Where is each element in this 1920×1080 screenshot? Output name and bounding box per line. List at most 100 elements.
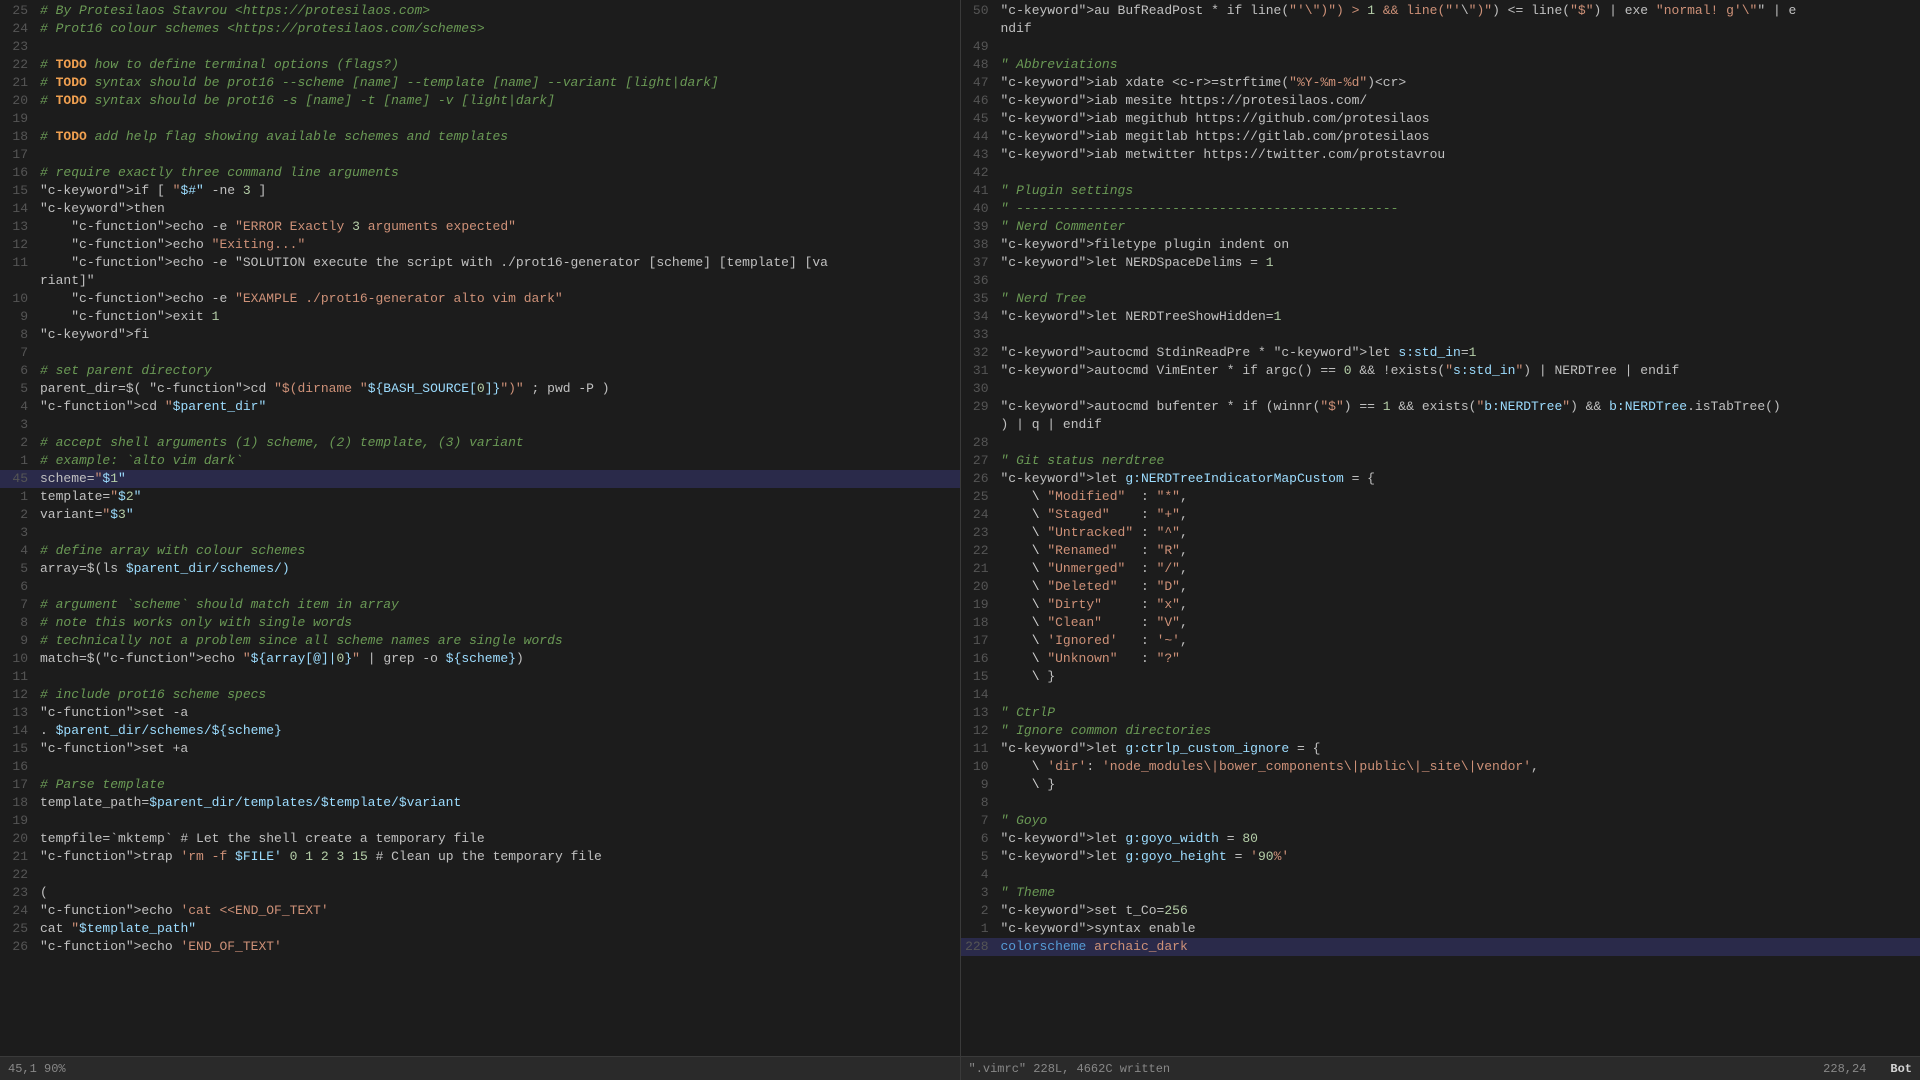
line-number: 3 <box>0 524 36 542</box>
line-content: template_path=$parent_dir/templates/$tem… <box>36 794 960 812</box>
line-number: 3 <box>961 884 997 902</box>
table-row: 35" Nerd Tree <box>961 290 1920 308</box>
table-row: 4"c-function">cd "$parent_dir" <box>0 398 960 416</box>
line-content <box>997 38 1920 56</box>
line-number: 42 <box>961 164 997 182</box>
table-row: 7 <box>0 344 960 362</box>
table-row: 11 "c-function">echo -e "SOLUTION execut… <box>0 254 960 272</box>
table-row: 19 \ "Dirty" : "x", <box>961 596 1920 614</box>
line-number: 2 <box>0 434 36 452</box>
line-number: 24 <box>961 506 997 524</box>
table-row: 10 \ 'dir': 'node_modules\|bower_compone… <box>961 758 1920 776</box>
table-row: 10 "c-function">echo -e "EXAMPLE ./prot1… <box>0 290 960 308</box>
line-content <box>36 146 960 164</box>
line-content <box>997 380 1920 398</box>
line-content: array=$(ls $parent_dir/schemes/) <box>36 560 960 578</box>
right-statusbar: ".vimrc" 228L, 4662C written 228,24 Bot <box>961 1056 1920 1080</box>
line-content: # require exactly three command line arg… <box>36 164 960 182</box>
table-row: 18template_path=$parent_dir/templates/$t… <box>0 794 960 812</box>
line-number: 5 <box>0 380 36 398</box>
line-number: 19 <box>0 110 36 128</box>
line-content: \ "Staged" : "+", <box>997 506 1920 524</box>
line-number: 22 <box>961 542 997 560</box>
line-number: 13 <box>961 704 997 722</box>
line-number: 13 <box>0 704 36 722</box>
line-number: 228 <box>961 938 997 956</box>
line-number: 11 <box>961 740 997 758</box>
table-row: riant]" <box>0 272 960 290</box>
line-content: \ } <box>997 776 1920 794</box>
line-number: 19 <box>961 596 997 614</box>
line-content <box>36 344 960 362</box>
line-content: "c-function">echo -e "SOLUTION execute t… <box>36 254 960 272</box>
line-content: ( <box>36 884 960 902</box>
line-content <box>36 866 960 884</box>
line-number: 7 <box>0 344 36 362</box>
left-statusbar: 45,1 90% <box>0 1056 960 1080</box>
line-number: 1 <box>961 920 997 938</box>
line-number: 48 <box>961 56 997 74</box>
line-content: "c-keyword">let NERDTreeShowHidden=1 <box>997 308 1920 326</box>
table-row: 18# TODO add help flag showing available… <box>0 128 960 146</box>
line-number: 46 <box>961 92 997 110</box>
table-row: 37"c-keyword">let NERDSpaceDelims = 1 <box>961 254 1920 272</box>
table-row: 9 \ } <box>961 776 1920 794</box>
line-content: " Nerd Tree <box>997 290 1920 308</box>
line-content <box>997 326 1920 344</box>
line-number: 27 <box>961 452 997 470</box>
line-content: \ "Deleted" : "D", <box>997 578 1920 596</box>
line-content <box>997 866 1920 884</box>
line-number: 33 <box>961 326 997 344</box>
line-content: # TODO syntax should be prot16 -s [name]… <box>36 92 960 110</box>
table-row: 13" CtrlP <box>961 704 1920 722</box>
table-row: 6 <box>0 578 960 596</box>
table-row: 16# require exactly three command line a… <box>0 164 960 182</box>
line-content: "c-keyword">autocmd VimEnter * if argc()… <box>997 362 1920 380</box>
line-number: 23 <box>0 38 36 56</box>
table-row: 20tempfile=`mktemp` # Let the shell crea… <box>0 830 960 848</box>
line-content: # Parse template <box>36 776 960 794</box>
table-row: 32"c-keyword">autocmd StdinReadPre * "c-… <box>961 344 1920 362</box>
line-content: # include prot16 scheme specs <box>36 686 960 704</box>
line-number: 14 <box>961 686 997 704</box>
line-content: "c-keyword">au BufReadPost * if line("'\… <box>997 2 1920 20</box>
line-content: " CtrlP <box>997 704 1920 722</box>
line-content: "c-function">echo "Exiting..." <box>36 236 960 254</box>
line-content: # set parent directory <box>36 362 960 380</box>
line-content: # technically not a problem since all sc… <box>36 632 960 650</box>
table-row: 44"c-keyword">iab megitlab https://gitla… <box>961 128 1920 146</box>
line-number: 6 <box>0 578 36 596</box>
line-number: 3 <box>0 416 36 434</box>
table-row: 1template="$2" <box>0 488 960 506</box>
line-content: " --------------------------------------… <box>997 200 1920 218</box>
table-row: 20 \ "Deleted" : "D", <box>961 578 1920 596</box>
line-number: 49 <box>961 38 997 56</box>
table-row: 31"c-keyword">autocmd VimEnter * if argc… <box>961 362 1920 380</box>
line-number: 6 <box>0 362 36 380</box>
table-row: 12 "c-function">echo "Exiting..." <box>0 236 960 254</box>
line-number: 1 <box>0 452 36 470</box>
line-content <box>36 668 960 686</box>
table-row: 48" Abbreviations <box>961 56 1920 74</box>
line-content <box>36 110 960 128</box>
line-content: " Git status nerdtree <box>997 452 1920 470</box>
line-content <box>36 524 960 542</box>
table-row: 24# Prot16 colour schemes <https://prote… <box>0 20 960 38</box>
line-number: 18 <box>0 128 36 146</box>
table-row: 17 \ 'Ignored' : '~', <box>961 632 1920 650</box>
line-number: 34 <box>961 308 997 326</box>
line-number: 24 <box>0 20 36 38</box>
line-content: # TODO add help flag showing available s… <box>36 128 960 146</box>
line-number: 7 <box>0 596 36 614</box>
line-content: . $parent_dir/schemes/${scheme} <box>36 722 960 740</box>
table-row: 12" Ignore common directories <box>961 722 1920 740</box>
line-number: 14 <box>0 200 36 218</box>
line-number: 6 <box>961 830 997 848</box>
table-row: 19 <box>0 110 960 128</box>
line-content <box>36 578 960 596</box>
left-code-area: 2 5 # By Protesilaos Stavrou <https://prot… <box>0 0 960 1056</box>
line-content: "c-keyword">let g:goyo_height = '90%' <box>997 848 1920 866</box>
line-content: # By Protesilaos Stavrou <https://protes… <box>36 2 960 20</box>
line-number: 38 <box>961 236 997 254</box>
table-row: 21 \ "Unmerged" : "/", <box>961 560 1920 578</box>
